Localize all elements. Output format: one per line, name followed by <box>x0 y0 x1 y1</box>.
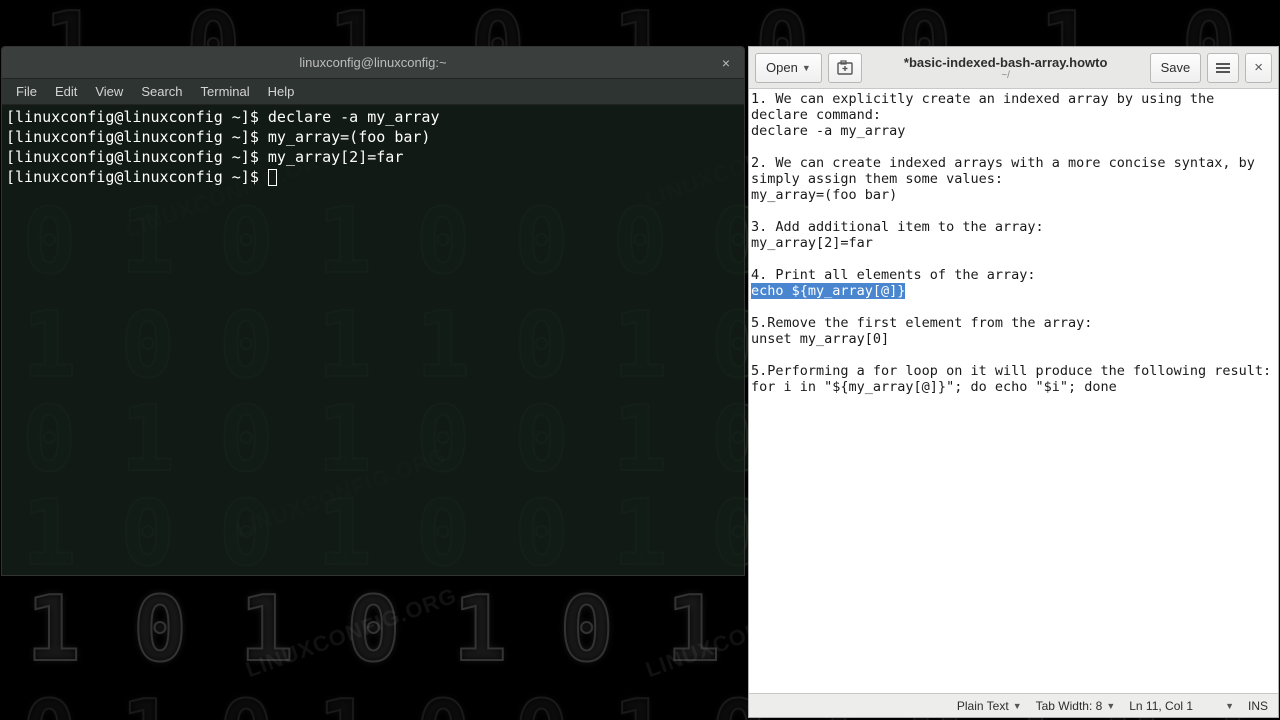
save-button[interactable]: Save <box>1150 53 1202 83</box>
terminal-titlebar[interactable]: linuxconfig@linuxconfig:~ × <box>2 47 744 79</box>
status-tabwidth[interactable]: Tab Width: 8 ▼ <box>1036 699 1116 713</box>
new-tab-icon <box>837 60 853 76</box>
editor-text: 1. We can explicitly create an indexed a… <box>751 91 1263 283</box>
save-label: Save <box>1161 60 1191 75</box>
editor-subtitle: ~/ <box>868 70 1144 81</box>
editor-body[interactable]: 1. We can explicitly create an indexed a… <box>749 89 1278 693</box>
hamburger-menu-button[interactable] <box>1207 53 1239 83</box>
open-label: Open <box>766 60 798 75</box>
chevron-down-icon: ▼ <box>1106 701 1115 711</box>
menu-file[interactable]: File <box>8 81 45 102</box>
terminal-window: linuxconfig@linuxconfig:~ × FileEditView… <box>1 46 745 576</box>
editor-text: 5.Remove the first element from the arra… <box>751 315 1271 395</box>
close-icon: × <box>1254 59 1263 76</box>
editor-window: Open ▼ *basic-indexed-bash-array.howto ~… <box>748 46 1279 718</box>
close-icon[interactable]: × <box>718 55 734 71</box>
terminal-scrollbar[interactable] <box>726 107 736 565</box>
menu-help[interactable]: Help <box>260 81 303 102</box>
terminal-menubar: FileEditViewSearchTerminalHelp <box>2 79 744 105</box>
editor-statusbar: Plain Text ▼ Tab Width: 8 ▼ Ln 11, Col 1… <box>749 693 1278 717</box>
terminal-body[interactable]: [linuxconfig@linuxconfig ~]$ declare -a … <box>2 105 744 575</box>
status-position[interactable]: Ln 11, Col 1 <box>1129 699 1193 713</box>
chevron-down-icon: ▼ <box>1013 701 1022 711</box>
terminal-cursor <box>268 169 277 186</box>
editor-toolbar: Open ▼ *basic-indexed-bash-array.howto ~… <box>749 47 1278 89</box>
editor-title-block: *basic-indexed-bash-array.howto ~/ <box>868 55 1144 81</box>
hamburger-icon <box>1216 63 1230 73</box>
terminal-line: [linuxconfig@linuxconfig ~]$ declare -a … <box>6 107 740 127</box>
menu-terminal[interactable]: Terminal <box>193 81 258 102</box>
menu-edit[interactable]: Edit <box>47 81 85 102</box>
terminal-line: [linuxconfig@linuxconfig ~]$ <box>6 167 740 187</box>
menu-view[interactable]: View <box>87 81 131 102</box>
open-button[interactable]: Open ▼ <box>755 53 822 83</box>
menu-search[interactable]: Search <box>133 81 190 102</box>
close-window-button[interactable]: × <box>1245 53 1272 83</box>
status-syntax[interactable]: Plain Text ▼ <box>957 699 1022 713</box>
status-insert-mode[interactable]: INS <box>1248 699 1268 713</box>
new-tab-button[interactable] <box>828 53 862 83</box>
chevron-down-icon[interactable]: ▼ <box>1225 701 1234 711</box>
terminal-line: [linuxconfig@linuxconfig ~]$ my_array[2]… <box>6 147 740 167</box>
editor-title: *basic-indexed-bash-array.howto <box>868 55 1144 70</box>
terminal-title: linuxconfig@linuxconfig:~ <box>299 55 446 70</box>
terminal-line: [linuxconfig@linuxconfig ~]$ my_array=(f… <box>6 127 740 147</box>
editor-selection: echo ${my_array[@]} <box>751 283 905 299</box>
chevron-down-icon: ▼ <box>802 63 811 73</box>
